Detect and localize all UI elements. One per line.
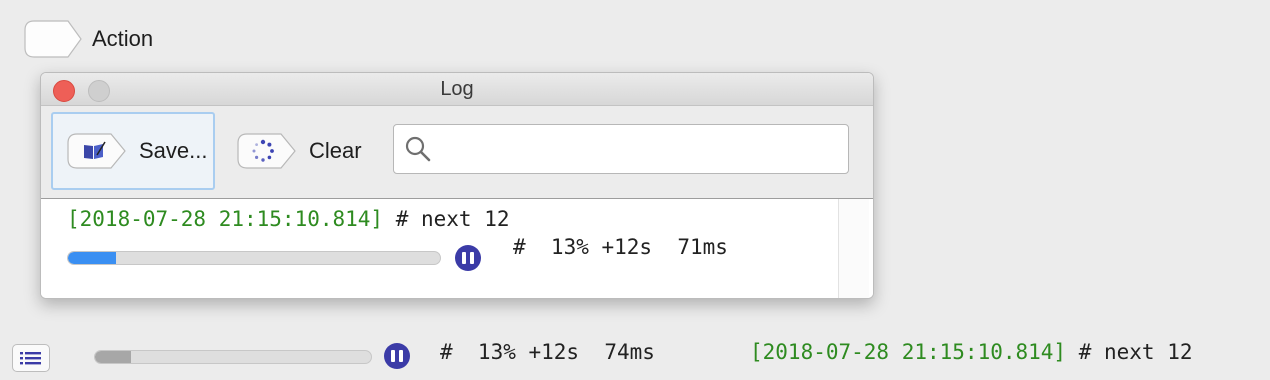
status-stats: # 13% +12s 74ms — [440, 340, 655, 364]
log-output: [2018-07-28 21:15:10.814] # next 12 # 13… — [41, 199, 873, 298]
clear-label: Clear — [309, 138, 362, 163]
pause-icon[interactable] — [384, 343, 410, 369]
list-button[interactable] — [12, 344, 50, 372]
list-icon — [20, 352, 41, 365]
status-timestamp: [2018-07-28 21:15:10.814] — [750, 340, 1067, 364]
clear-spinner-icon — [237, 133, 296, 169]
status-log-entry: [2018-07-28 21:15:10.814] # next 12 — [750, 340, 1246, 364]
action-button[interactable]: Action — [24, 20, 153, 58]
action-tag-icon — [24, 20, 82, 58]
window-toolbar: Save... Clear — [41, 106, 873, 199]
search-field[interactable] — [393, 124, 849, 174]
log-window: Log Save... Clear [2018-07-28 21:15:10.8… — [40, 72, 874, 299]
log-progress-bar — [67, 251, 441, 265]
status-progress-fill — [95, 351, 131, 363]
log-scrollbar[interactable] — [838, 199, 869, 298]
log-message: # next 12 — [383, 207, 510, 231]
pause-icon[interactable] — [455, 245, 481, 271]
search-input[interactable] — [440, 136, 848, 162]
search-icon — [405, 136, 431, 162]
log-progress-fill — [68, 252, 117, 264]
window-title: Log — [440, 78, 474, 100]
status-message: # next 12 — [1066, 340, 1193, 364]
log-timestamp: [2018-07-28 21:15:10.814] — [67, 207, 384, 231]
action-label: Action — [92, 26, 154, 51]
save-book-icon — [67, 133, 126, 169]
clear-button[interactable]: Clear — [237, 112, 362, 190]
save-button[interactable]: Save... — [51, 112, 215, 190]
log-stats: # 13% +12s 71ms — [513, 235, 728, 259]
status-progress-bar — [94, 350, 372, 364]
window-titlebar[interactable]: Log — [41, 73, 873, 106]
save-label: Save... — [139, 138, 208, 163]
log-entry: [2018-07-28 21:15:10.814] # next 12 — [67, 207, 510, 231]
